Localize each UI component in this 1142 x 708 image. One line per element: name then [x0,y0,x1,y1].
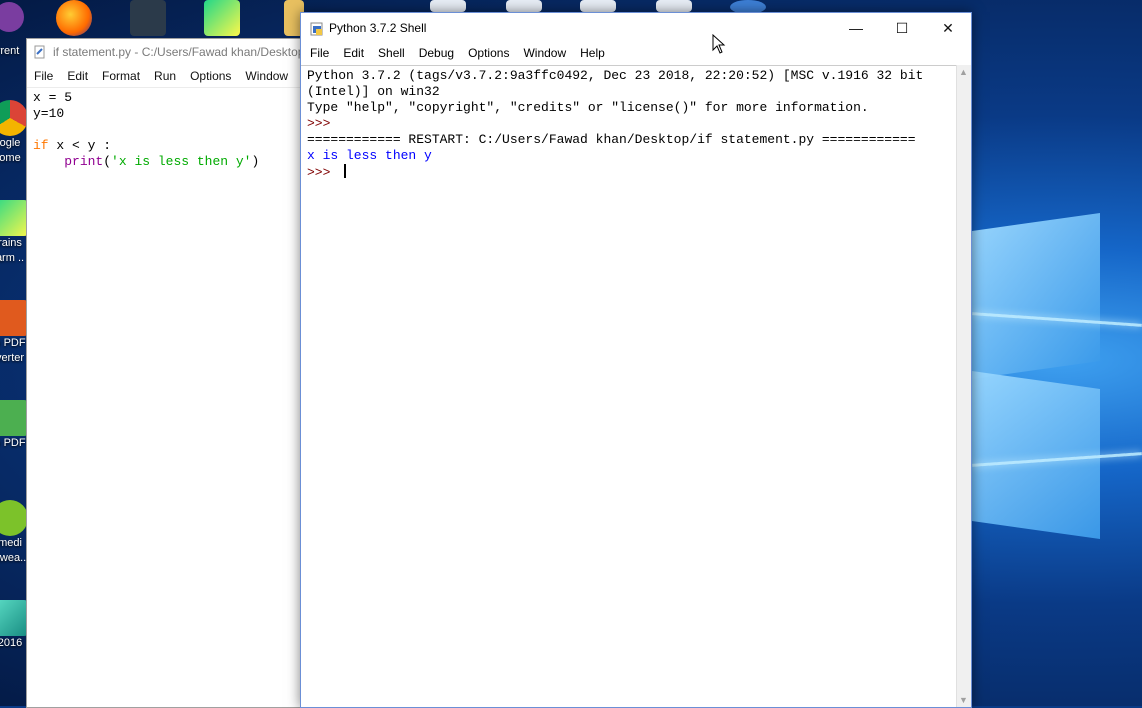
code-line: if x < y : [33,138,301,154]
windows-logo-pane-bottom [972,371,1100,539]
media-icon [0,500,28,536]
shell-window[interactable]: Python 3.7.2 Shell — ☐ ✕ File Edit Shell… [300,12,972,708]
code-text: ) [251,154,260,169]
editor-title: if statement.py - C:/Users/Fawad khan/De… [53,45,305,59]
python-shell-icon [309,21,323,36]
minimize-button[interactable]: — [833,13,879,43]
close-button[interactable]: ✕ [925,13,971,43]
menu-help[interactable]: Help [573,46,612,60]
idle-file-icon [33,45,47,59]
menu-edit[interactable]: Edit [60,69,95,83]
menu-debug[interactable]: Debug [412,46,461,60]
menu-format[interactable]: Format [95,69,147,83]
menu-window[interactable]: Window [516,46,573,60]
shell-title: Python 3.7.2 Shell [329,21,427,35]
input-line[interactable]: >>> [307,164,951,181]
code-text: ( [103,154,112,169]
filmora-icon[interactable] [130,0,166,36]
scroll-down-icon[interactable]: ▼ [959,695,968,705]
editor-window[interactable]: if statement.py - C:/Users/Fawad khan/De… [26,38,308,708]
shell-menubar: File Edit Shell Debug Options Window Hel… [301,43,971,63]
minimize-icon: — [849,20,863,36]
banner-line: Python 3.7.2 (tags/v3.7.2:9a3ffc0492, De… [307,68,924,83]
doc3-icon[interactable] [580,0,616,12]
shell-titlebar[interactable]: Python 3.7.2 Shell — ☐ ✕ [301,13,971,43]
banner-line: (Intel)] on win32 [307,84,440,99]
string-literal: 'x is less then y' [111,154,252,169]
windows-logo-pane-top [972,213,1100,379]
menu-file[interactable]: File [27,69,60,83]
code-text: x < y : [48,138,112,153]
mouse-pointer-icon [712,33,726,59]
menu-run[interactable]: Run [147,69,183,83]
builtin-print: print [64,154,104,169]
pycharm-edu-icon[interactable] [204,0,240,36]
maximize-button[interactable]: ☐ [879,13,925,43]
firefox-icon[interactable] [56,0,92,36]
restart-line: ============ RESTART: C:/Users/Fawad kha… [307,132,916,147]
editor-menubar: File Edit Format Run Options Window [27,65,307,88]
chrome-icon [0,100,28,136]
editor-titlebar[interactable]: if statement.py - C:/Users/Fawad khan/De… [27,39,307,65]
shell-console[interactable]: Python 3.7.2 (tags/v3.7.2:9a3ffc0492, De… [301,65,957,707]
menu-options[interactable]: Options [183,69,238,83]
doc-icon[interactable] [430,0,466,12]
program-output: x is less then y [307,148,432,163]
vertical-scrollbar[interactable]: ▲ ▼ [956,65,971,707]
menu-window[interactable]: Window [238,69,295,83]
shell-prompt: >>> [307,165,339,180]
menu-options[interactable]: Options [461,46,516,60]
doc4-icon[interactable] [656,0,692,12]
text-cursor [344,164,347,178]
code-line: x = 5 [33,90,73,105]
menu-shell[interactable]: Shell [371,46,412,60]
menu-edit[interactable]: Edit [336,46,371,60]
banner-line: Type "help", "copyright", "credits" or "… [307,100,869,115]
doc2-icon[interactable] [506,0,542,12]
keyword-if: if [33,138,49,153]
code-editor[interactable]: x = 5 y=10 if x < y : print('x is less th… [27,88,307,172]
close-icon: ✕ [942,19,954,36]
code-line: print('x is less then y') [33,154,301,170]
menu-file[interactable]: File [303,46,336,60]
window-controls: — ☐ ✕ [833,13,971,43]
maximize-icon: ☐ [895,19,909,36]
scroll-up-icon[interactable]: ▲ [959,67,968,77]
shell-prompt: >>> [307,116,339,131]
code-line: y=10 [33,106,65,121]
